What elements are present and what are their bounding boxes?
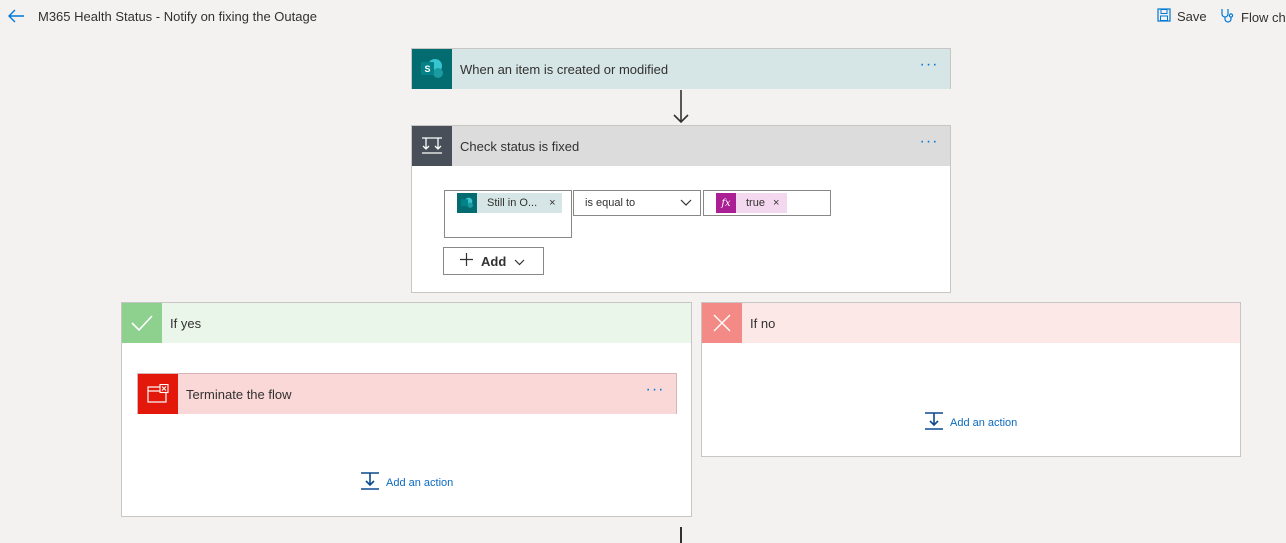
chevron-down-icon: [514, 254, 525, 269]
chevron-down-icon: [680, 198, 692, 210]
save-icon: [1157, 8, 1171, 25]
add-row-button[interactable]: Add: [443, 247, 544, 275]
command-bar: M365 Health Status - Notify on fixing th…: [0, 0, 1286, 33]
sharepoint-icon: [457, 193, 477, 213]
operator-dropdown[interactable]: is equal to: [573, 190, 701, 216]
save-button[interactable]: Save: [1157, 8, 1207, 25]
condition-card[interactable]: Check status is fixed ··· Still in O... …: [411, 125, 951, 293]
sharepoint-icon: S: [412, 49, 452, 89]
trigger-card[interactable]: S When an item is created or modified ··…: [411, 48, 951, 89]
condition-icon: [412, 126, 452, 166]
terminate-more-button[interactable]: ···: [644, 382, 666, 400]
condition-left-operand[interactable]: Still in O... ×: [444, 190, 572, 238]
fx-icon: fx: [716, 193, 736, 213]
flow-checker-button[interactable]: Flow che: [1219, 8, 1286, 27]
add-action-icon: [360, 472, 380, 493]
back-arrow-icon[interactable]: [7, 8, 25, 24]
stethoscope-icon: [1219, 8, 1235, 27]
dynamic-content-token[interactable]: Still in O... ×: [457, 193, 562, 213]
add-label: Add: [481, 253, 507, 269]
if-no-branch: If no Add an action: [701, 302, 1241, 457]
add-action-icon: [924, 412, 944, 433]
if-yes-title: If yes: [170, 316, 202, 331]
checkmark-icon: [122, 303, 162, 343]
terminate-header[interactable]: Terminate the flow ···: [138, 374, 676, 414]
if-no-title: If no: [750, 316, 776, 331]
expression-token[interactable]: fx true ×: [716, 193, 788, 213]
if-yes-header[interactable]: If yes: [122, 303, 691, 343]
connector-line: [680, 527, 682, 543]
trigger-more-button[interactable]: ···: [918, 57, 940, 75]
terminate-card[interactable]: Terminate the flow ···: [137, 373, 677, 414]
if-no-header[interactable]: If no: [702, 303, 1240, 343]
close-icon: [702, 303, 742, 343]
svg-text:S: S: [424, 64, 430, 74]
add-an-action-button[interactable]: Add an action: [924, 412, 1017, 433]
connector-arrow: [673, 90, 689, 124]
trigger-title: When an item is created or modified: [460, 62, 669, 77]
condition-header[interactable]: Check status is fixed ···: [412, 126, 950, 166]
flow-title: M365 Health Status - Notify on fixing th…: [38, 9, 317, 24]
save-label: Save: [1177, 9, 1207, 24]
trigger-header[interactable]: S When an item is created or modified ··…: [412, 49, 950, 89]
condition-right-operand[interactable]: fx true ×: [703, 190, 831, 216]
condition-title: Check status is fixed: [460, 139, 580, 154]
token-label: Still in O...: [487, 197, 538, 209]
flow-checker-label: Flow che: [1241, 10, 1286, 25]
if-yes-branch: If yes Terminate the flow ··· Add an act…: [121, 302, 692, 517]
remove-token-icon[interactable]: ×: [549, 197, 555, 209]
operator-value: is equal to: [585, 197, 636, 209]
condition-more-button[interactable]: ···: [918, 134, 940, 152]
terminate-title: Terminate the flow: [186, 387, 292, 402]
add-action-label: Add an action: [386, 476, 454, 489]
remove-token-icon[interactable]: ×: [773, 197, 779, 209]
add-an-action-button[interactable]: Add an action: [360, 472, 453, 493]
terminate-icon: [138, 374, 178, 414]
plus-icon: [460, 253, 473, 269]
expression-label: true: [746, 197, 765, 209]
add-action-label: Add an action: [950, 416, 1018, 429]
